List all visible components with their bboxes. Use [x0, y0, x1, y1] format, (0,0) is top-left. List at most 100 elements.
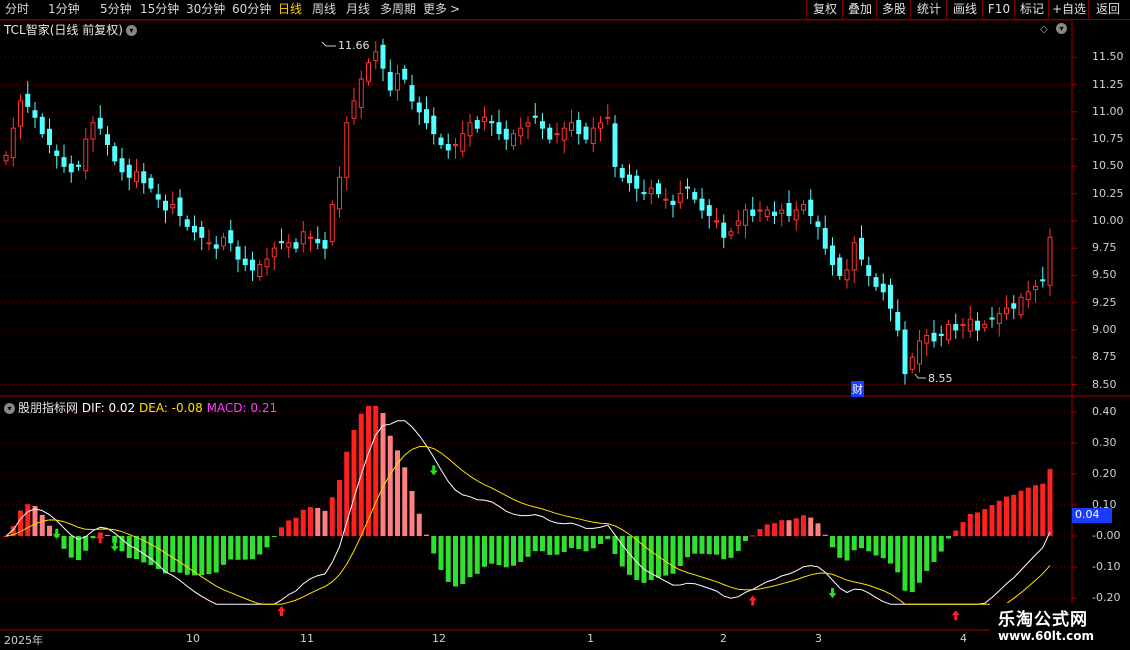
watermark-url: www.60lt.com [998, 629, 1095, 643]
macd-bar [598, 536, 603, 544]
dif-line [5, 420, 1051, 605]
macd-bar [279, 527, 284, 536]
macd-bar [743, 536, 748, 541]
macd-bar [692, 536, 698, 554]
kline-chart[interactable] [0, 0, 1130, 650]
candle-body [866, 265, 872, 276]
macd-bar [373, 405, 379, 536]
price-tick-label: 9.25 [1092, 295, 1117, 309]
macd-bar [315, 507, 321, 536]
chart-title[interactable]: TCL智家(日线 前复权) ▾ [4, 21, 137, 38]
macd-bar [728, 536, 734, 558]
macd-bar [793, 518, 799, 536]
macd-bar [612, 536, 618, 554]
macd-bar [721, 536, 727, 560]
candle-body [155, 194, 161, 200]
macd-bar [431, 536, 437, 554]
candle-body [380, 44, 386, 69]
macd-value: MACD: 0.21 [206, 401, 278, 415]
macd-bar [946, 536, 951, 539]
candle-body [25, 93, 31, 107]
sell-arrow-icon [52, 528, 61, 539]
macd-bar [975, 512, 980, 536]
candle-body [1047, 236, 1053, 286]
macd-bar [474, 536, 480, 574]
low-price-label: 8.55 [928, 372, 953, 385]
diamond-icon[interactable]: ◇ [1040, 24, 1048, 35]
candle-body [250, 259, 255, 271]
macd-bar [583, 536, 589, 552]
candle-body [315, 238, 321, 244]
macd-bar [25, 504, 31, 536]
candle-body [387, 72, 393, 91]
indicator-title[interactable]: ▾ 股朋指标网 DIF: 0.02 DEA: -0.08 MACD: 0.21 [4, 399, 277, 416]
candle-body [938, 333, 944, 336]
chevron-down-icon[interactable]: ▾ [1056, 23, 1067, 34]
macd-bar [177, 536, 183, 573]
candle-body [221, 236, 226, 247]
dea-value: DEA: -0.08 [139, 401, 203, 415]
chevron-down-icon[interactable]: ▾ [4, 403, 15, 414]
candle-body [554, 133, 560, 136]
macd-bar [271, 536, 277, 538]
candle-body [402, 68, 408, 80]
macd-bar [228, 536, 234, 560]
candle-body [148, 177, 154, 189]
candle-body [329, 204, 335, 243]
macd-bar [663, 536, 669, 576]
x-label-oct: 10 [186, 632, 200, 645]
macd-bar [402, 467, 408, 536]
candle-body [532, 115, 538, 118]
candle-body [815, 221, 821, 227]
indicator-tick-label: -0.10 [1092, 560, 1121, 573]
macd-bar [337, 480, 342, 536]
candle-body [764, 209, 770, 218]
chevron-down-icon[interactable]: ▾ [125, 25, 137, 36]
macd-bar [482, 536, 487, 567]
price-tick-label: 10.50 [1092, 159, 1124, 173]
macd-bar [540, 536, 545, 552]
macd-bar [772, 523, 777, 536]
candle-body [837, 257, 843, 276]
candle-body [605, 116, 611, 119]
macd-bar [496, 536, 502, 566]
candle-body [699, 198, 705, 211]
macd-bar [511, 536, 516, 566]
candle-body [474, 120, 480, 129]
candle-body [47, 128, 52, 146]
sell-arrow-icon [828, 588, 837, 599]
candle-body [822, 228, 828, 249]
x-label-2025: 2025年 [4, 634, 43, 647]
financial-badge[interactable]: 财 [851, 381, 864, 397]
indicator-tick-label: 0.30 [1092, 436, 1117, 449]
candle-body [119, 158, 125, 173]
candle-body [431, 115, 437, 135]
candle-body [583, 126, 589, 140]
candle-body [424, 109, 429, 124]
macd-bar [815, 523, 821, 536]
high-price-label: 11.66 [338, 39, 370, 52]
candle-body [228, 230, 234, 244]
x-label-mar: 3 [815, 632, 822, 645]
macd-bar [685, 536, 690, 558]
macd-bar [83, 536, 89, 551]
macd-bar [329, 497, 335, 536]
macd-bar [996, 500, 1002, 536]
candle-body [134, 171, 139, 183]
macd-bar [634, 536, 640, 580]
candle-body [235, 246, 241, 260]
candle-body [90, 122, 96, 140]
macd-bar [532, 536, 538, 552]
macd-bar [438, 536, 444, 570]
candle-body [503, 128, 509, 140]
candle-body [10, 127, 16, 159]
macd-bar [764, 524, 770, 536]
macd-bar [1018, 490, 1024, 536]
macd-bar [445, 536, 451, 582]
macd-bar [967, 513, 973, 536]
price-tick-label: 8.50 [1092, 377, 1117, 391]
macd-bar [213, 536, 219, 573]
macd-bar [895, 536, 901, 573]
candle-body [141, 171, 147, 184]
candle-body [1004, 307, 1009, 315]
